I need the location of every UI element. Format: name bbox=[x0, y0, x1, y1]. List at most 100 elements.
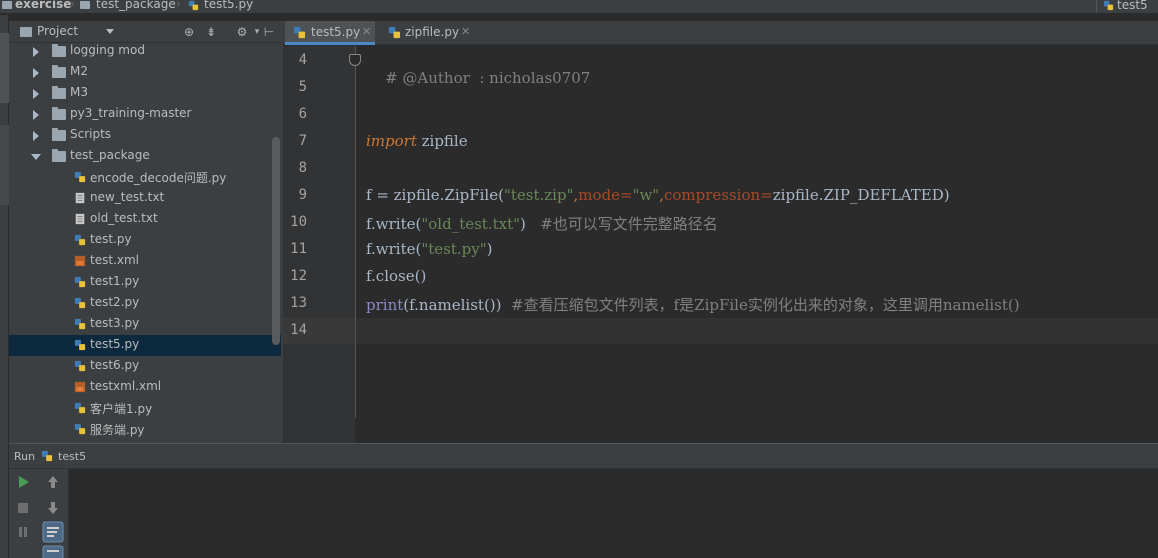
line-number: 8 bbox=[298, 160, 307, 176]
tree-item-test5-py[interactable]: test5.py bbox=[9, 335, 281, 356]
chevron-right-icon[interactable] bbox=[33, 110, 39, 120]
python-file-icon bbox=[74, 318, 86, 330]
tree-item-server-py[interactable]: 服务端.py bbox=[9, 419, 281, 440]
tree-item-label: old_test.txt bbox=[90, 211, 158, 225]
tree-item-test2-py[interactable]: test2.py bbox=[9, 293, 281, 314]
folder-icon bbox=[52, 65, 66, 78]
method-name: write bbox=[375, 240, 416, 258]
comment: #也可以写文件完整路径名 bbox=[540, 215, 718, 233]
breadcrumb-project[interactable]: exercise bbox=[15, 0, 71, 11]
soft-wrap-icon[interactable] bbox=[42, 521, 64, 543]
tree-item-scripts[interactable]: Scripts bbox=[9, 125, 281, 146]
run-console-output[interactable] bbox=[70, 469, 1158, 558]
fold-marker-icon[interactable] bbox=[349, 54, 361, 66]
tree-item-test-xml[interactable]: test.xml bbox=[9, 251, 281, 272]
breadcrumb-package[interactable]: test_package bbox=[96, 0, 176, 11]
arrow-up-icon[interactable] bbox=[45, 474, 61, 490]
gear-icon[interactable]: ⚙ bbox=[235, 24, 249, 40]
line-number: 11 bbox=[290, 241, 307, 257]
code-line-11: f.write("test.py") bbox=[366, 240, 493, 258]
tree-item-label: Scripts bbox=[70, 127, 112, 141]
string-literal: "test.py" bbox=[421, 240, 487, 258]
tree-item-label: 客户端1.py bbox=[90, 402, 153, 416]
tree-item-test1-py[interactable]: test1.py bbox=[9, 272, 281, 293]
line-number: 4 bbox=[298, 52, 307, 68]
scroll-to-end-icon[interactable] bbox=[42, 545, 64, 558]
collapse-all-icon[interactable]: ⇟ bbox=[204, 24, 218, 40]
folder-icon bbox=[2, 1, 12, 9]
tab-test5-py[interactable]: test5.py ✕ bbox=[285, 21, 375, 45]
project-tool-tab[interactable] bbox=[0, 33, 9, 103]
comment: #查看压缩包文件列表，f是ZipFile实例化出来的对象，这里调用namelis… bbox=[511, 296, 1020, 314]
tree-item-label: encode_decode问题.py bbox=[90, 171, 227, 185]
code-text: zipfile bbox=[416, 132, 468, 150]
code-text: f. bbox=[366, 215, 376, 233]
python-file-icon bbox=[74, 171, 86, 183]
run-config-name[interactable]: test5 bbox=[58, 450, 86, 463]
code-editor[interactable]: 4 5 6 7 8 9 10 11 12 13 14 # @Author : n… bbox=[283, 46, 1158, 443]
python-file-icon bbox=[74, 339, 86, 351]
python-file-icon bbox=[74, 402, 86, 414]
chevron-down-icon[interactable] bbox=[31, 154, 41, 160]
tree-item-label: 服务端.py bbox=[90, 423, 145, 437]
tree-item-old-test-txt[interactable]: old_test.txt bbox=[9, 209, 281, 230]
chevron-right-icon[interactable] bbox=[33, 68, 39, 78]
project-tree: logging mod M2 M3 py3_training-master Sc… bbox=[9, 43, 283, 443]
tree-item-logging-mod[interactable]: logging mod bbox=[9, 43, 281, 62]
code-line-12: f.close() bbox=[366, 267, 426, 285]
chevron-right-icon[interactable] bbox=[33, 89, 39, 99]
tree-item-client1-py[interactable]: 客户端1.py bbox=[9, 398, 281, 419]
play-icon[interactable] bbox=[15, 474, 31, 490]
tree-item-label: new_test.txt bbox=[90, 190, 165, 204]
tree-item-py3-training-master[interactable]: py3_training-master bbox=[9, 104, 281, 125]
run-config-selector[interactable]: test5 bbox=[1096, 0, 1158, 13]
tab-label: zipfile.py bbox=[405, 25, 460, 39]
chevron-right-icon[interactable] bbox=[33, 131, 39, 141]
tree-item-encode-decode[interactable]: encode_decode问题.py bbox=[9, 167, 281, 188]
tree-item-label: M3 bbox=[70, 85, 88, 99]
tree-item-test-package[interactable]: test_package bbox=[9, 146, 281, 167]
text-file-icon bbox=[75, 192, 85, 204]
hide-panel-icon[interactable]: ⊢ bbox=[262, 24, 276, 40]
tree-item-test-py[interactable]: test.py bbox=[9, 230, 281, 251]
code-text: ()) bbox=[483, 296, 512, 314]
breadcrumb-separator: › bbox=[176, 0, 181, 11]
line-number: 13 bbox=[290, 295, 307, 311]
folder-icon bbox=[52, 128, 66, 141]
tab-zipfile-py[interactable]: zipfile.py ✕ bbox=[378, 21, 474, 45]
editor-tab-bar: test5.py ✕ zipfile.py ✕ bbox=[283, 21, 1158, 45]
code-line-9: f = zipfile.ZipFile("test.zip",mode="w",… bbox=[366, 186, 950, 204]
tree-item-m3[interactable]: M3 bbox=[9, 83, 281, 104]
chevron-down-icon[interactable] bbox=[106, 29, 114, 34]
locate-icon[interactable]: ⊕ bbox=[182, 24, 196, 40]
breadcrumb-file[interactable]: test5.py bbox=[204, 0, 253, 11]
folder-icon bbox=[52, 149, 66, 162]
tree-item-label: py3_training-master bbox=[70, 106, 192, 120]
tree-item-label: test1.py bbox=[90, 274, 140, 288]
close-icon[interactable]: ✕ bbox=[461, 25, 470, 38]
stop-icon[interactable] bbox=[15, 500, 31, 516]
tree-item-label: test5.py bbox=[90, 337, 140, 351]
pause-icon[interactable] bbox=[15, 524, 31, 540]
tree-item-test6-py[interactable]: test6.py bbox=[9, 356, 281, 377]
structure-tool-tab[interactable] bbox=[0, 125, 9, 205]
close-icon[interactable]: ✕ bbox=[362, 25, 371, 38]
tree-item-test3-py[interactable]: test3.py bbox=[9, 314, 281, 335]
tree-item-testxml-xml[interactable]: testxml.xml bbox=[9, 377, 281, 398]
project-tree-scrollbar[interactable] bbox=[272, 137, 280, 345]
run-panel-title[interactable]: Run bbox=[14, 450, 35, 463]
project-panel-title[interactable]: Project bbox=[37, 24, 78, 38]
project-icon bbox=[20, 27, 32, 37]
run-panel-header: Run test5 bbox=[9, 444, 1158, 469]
arrow-down-icon[interactable] bbox=[45, 500, 61, 516]
tree-item-m2[interactable]: M2 bbox=[9, 62, 281, 83]
python-file-icon bbox=[74, 234, 86, 246]
chevron-right-icon[interactable] bbox=[33, 47, 39, 57]
xml-file-icon bbox=[74, 381, 86, 393]
navigation-bar: exercise › test_package › test5.py test5 bbox=[0, 0, 1158, 14]
python-file-icon bbox=[188, 0, 199, 11]
python-run-icon bbox=[1103, 0, 1114, 11]
tree-item-label: test_package bbox=[70, 148, 150, 162]
tree-item-new-test-txt[interactable]: new_test.txt bbox=[9, 188, 281, 209]
xml-file-icon bbox=[74, 255, 86, 267]
